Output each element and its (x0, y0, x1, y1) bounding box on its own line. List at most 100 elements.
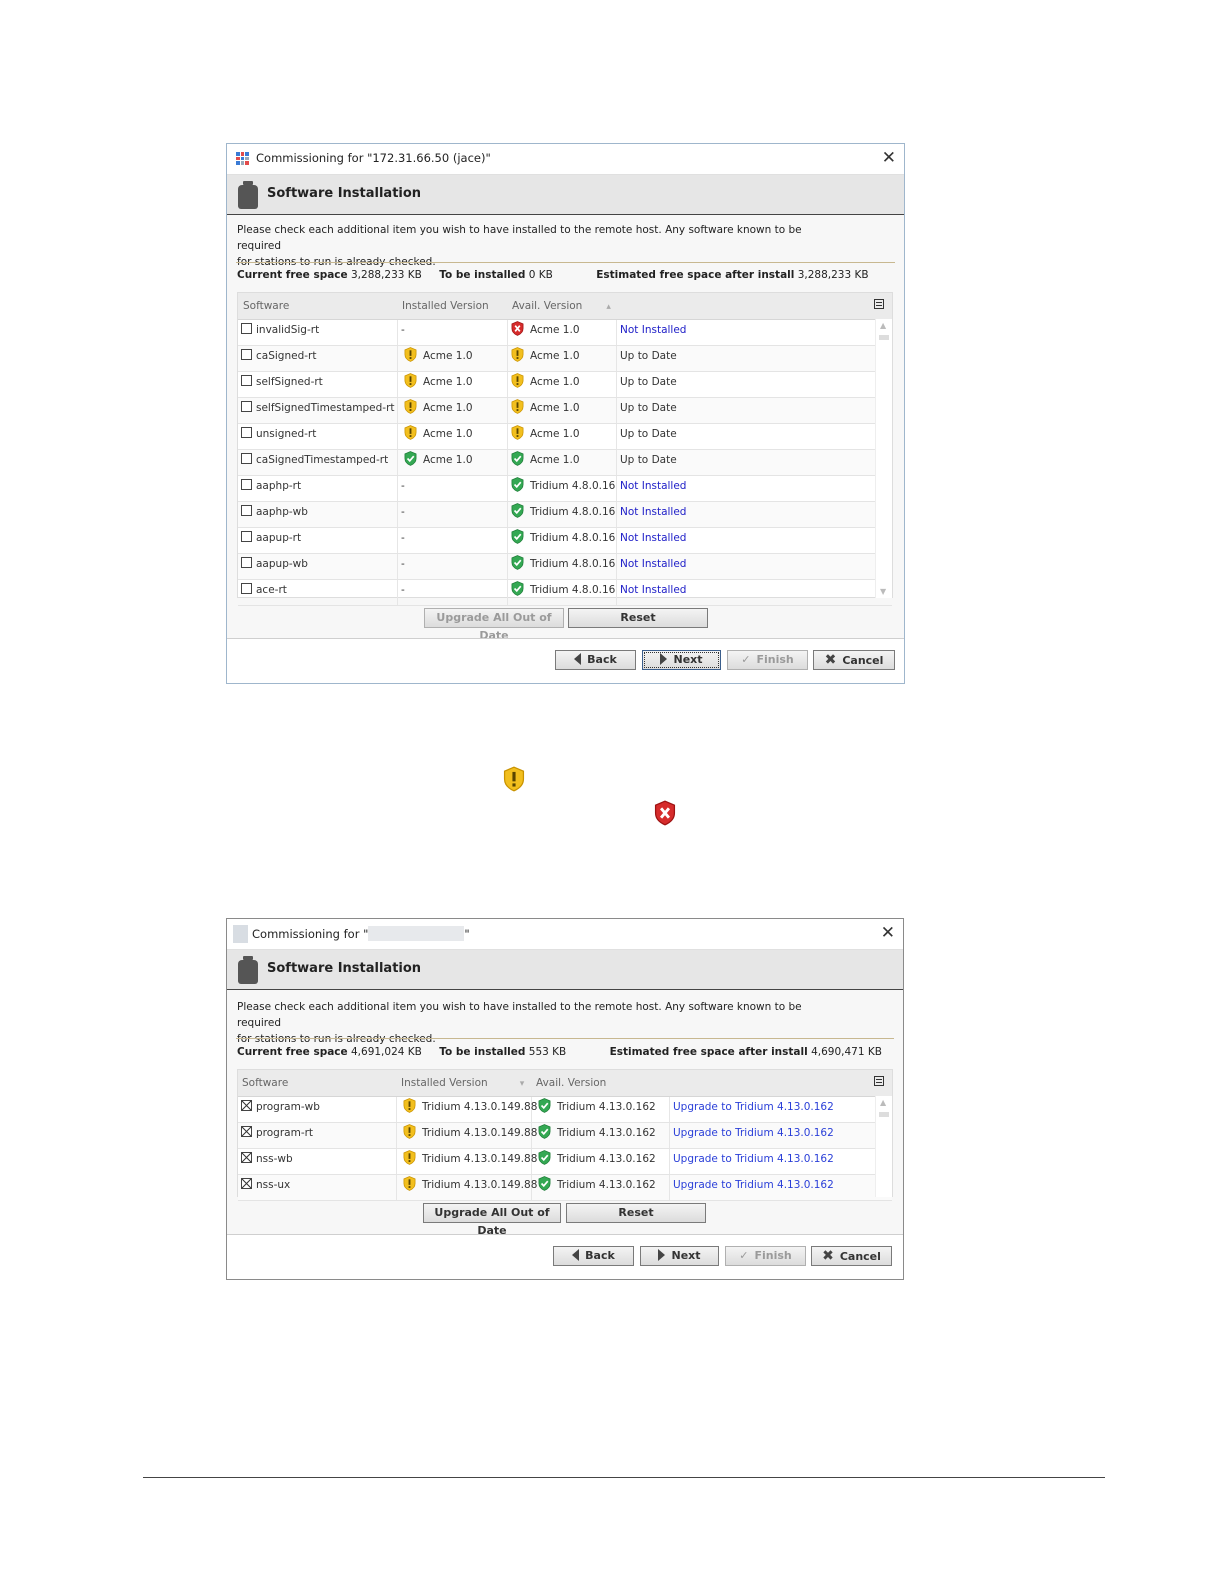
next-button[interactable]: Next (640, 1246, 719, 1266)
table-row[interactable]: selfSignedTimestamped-rt Acme 1.0 Acme 1.0… (238, 398, 892, 424)
avail-version: Acme 1.0 (530, 350, 580, 362)
table-row[interactable]: caSignedTimestamped-rt Acme 1.0 Acme 1.0 Up… (238, 450, 892, 476)
avail-version-cell: Acme 1.0 (508, 320, 617, 345)
install-checkbox[interactable] (241, 349, 252, 360)
table-row[interactable]: aapup-rt - Tridium 4.8.0.16 Not Installed (238, 528, 892, 554)
install-checkbox[interactable] (241, 1178, 252, 1189)
upgrade-status-link[interactable]: Upgrade to Tridium 4.13.0.162 (673, 1153, 834, 1165)
close-icon[interactable]: ✕ (881, 923, 895, 943)
cancel-x-icon: ✖ (822, 1248, 834, 1264)
status-cell: Upgrade to Tridium 4.13.0.162 (670, 1097, 876, 1122)
finish-button[interactable]: ✓ Finish (725, 1246, 806, 1266)
reset-button[interactable]: Reset (568, 608, 708, 628)
install-checkbox[interactable] (241, 1152, 252, 1163)
finish-button[interactable]: ✓ Finish (727, 650, 808, 670)
avail-version-cell: Tridium 4.8.0.16 (508, 580, 617, 605)
column-header-avail-version[interactable]: Avail. Version (536, 1077, 606, 1089)
table-row[interactable]: aapup-wb - Tridium 4.8.0.16 Not Installed (238, 554, 892, 580)
avail-version-cell: Acme 1.0 (508, 346, 617, 371)
table-header: Software Installed Version Avail. Versio… (238, 293, 892, 320)
upgrade-status-link[interactable]: Upgrade to Tridium 4.13.0.162 (673, 1127, 834, 1139)
status-cell: Not Installed (617, 320, 877, 345)
next-button[interactable]: Next (642, 650, 721, 670)
software-jar-icon (238, 956, 258, 984)
install-checkbox[interactable] (241, 1100, 252, 1111)
table-body: program-wb Tridium 4.13.0.149.88 Tridium 4… (238, 1097, 892, 1201)
to-be-installed-label: To be installed (439, 269, 526, 281)
install-checkbox[interactable] (241, 375, 252, 386)
status-cell: Not Installed (617, 476, 877, 501)
software-name: program-rt (256, 1127, 314, 1139)
software-cell: aapup-wb (238, 554, 398, 579)
install-checkbox[interactable] (241, 427, 252, 438)
install-status: Up to Date (620, 350, 677, 362)
upgrade-status-link[interactable]: Upgrade to Tridium 4.13.0.162 (673, 1179, 834, 1191)
install-checkbox[interactable] (241, 583, 252, 594)
install-checkbox[interactable] (241, 531, 252, 542)
install-checkbox[interactable] (241, 453, 252, 464)
green-check-shield-icon (511, 451, 524, 466)
table-row[interactable]: ace-rt - Tridium 4.8.0.16 Not Installed (238, 580, 892, 606)
column-header-avail-version[interactable]: Avail. Version (512, 300, 611, 312)
install-status: Up to Date (620, 402, 677, 414)
table-row[interactable]: caSigned-rt Acme 1.0 Acme 1.0 Up to Date (238, 346, 892, 372)
install-checkbox[interactable] (241, 1126, 252, 1137)
table-row[interactable]: program-rt Tridium 4.13.0.149.88 Tridium 4… (238, 1123, 892, 1149)
table-row[interactable]: selfSigned-rt Acme 1.0 Acme 1.0 Up to Date (238, 372, 892, 398)
upgrade-all-out-of-date-button[interactable]: Upgrade All Out of Date (424, 608, 564, 642)
back-button[interactable]: Back (555, 650, 636, 670)
cancel-button[interactable]: ✖ Cancel (813, 650, 895, 670)
install-checkbox[interactable] (241, 401, 252, 412)
back-button[interactable]: Back (553, 1246, 634, 1266)
install-status[interactable]: Not Installed (620, 324, 686, 336)
column-header-installed-version[interactable]: Installed Version (401, 1077, 524, 1089)
table-row[interactable]: program-wb Tridium 4.13.0.149.88 Tridium 4… (238, 1097, 892, 1123)
vertical-scrollbar[interactable]: ▲ ▼ (875, 319, 892, 598)
avail-version: Acme 1.0 (530, 324, 580, 336)
software-name: caSigned-rt (256, 350, 317, 362)
yellow-warning-shield-icon (511, 347, 524, 362)
install-checkbox[interactable] (241, 479, 252, 490)
table-row[interactable]: unsigned-rt Acme 1.0 Acme 1.0 Up to Date (238, 424, 892, 450)
column-header-software[interactable]: Software (243, 300, 289, 312)
table-row[interactable]: aaphp-wb - Tridium 4.8.0.16 Not Installed (238, 502, 892, 528)
table-row[interactable]: nss-wb Tridium 4.13.0.149.88 Tridium 4.13.… (238, 1149, 892, 1175)
scroll-thumb[interactable] (879, 1112, 889, 1117)
close-icon[interactable]: ✕ (882, 148, 896, 168)
table-row[interactable]: nss-ux Tridium 4.13.0.149.88 Tridium 4.13.… (238, 1175, 892, 1201)
redacted-host (368, 926, 465, 941)
installed-version-cell: - (398, 580, 508, 605)
scroll-thumb[interactable] (879, 335, 889, 340)
install-checkbox[interactable] (241, 557, 252, 568)
software-table: Software Installed Version Avail. Versio… (237, 292, 893, 606)
table-row[interactable]: aaphp-rt - Tridium 4.8.0.16 Not Installed (238, 476, 892, 502)
reset-button[interactable]: Reset (566, 1203, 706, 1223)
yellow-warning-shield-icon (403, 1176, 416, 1191)
column-header-installed-version[interactable]: Installed Version (402, 300, 489, 312)
scroll-up-icon[interactable]: ▲ (880, 321, 886, 330)
scroll-down-icon[interactable]: ▼ (880, 587, 886, 596)
software-name: aapup-rt (256, 532, 302, 544)
installed-version-cell: Acme 1.0 (398, 346, 508, 371)
column-header-software[interactable]: Software (242, 1077, 288, 1089)
cancel-button[interactable]: ✖ Cancel (811, 1246, 892, 1266)
upgrade-all-out-of-date-button[interactable]: Upgrade All Out of Date (423, 1203, 561, 1237)
install-status[interactable]: Not Installed (620, 558, 686, 570)
install-status: Up to Date (620, 428, 677, 440)
scroll-up-icon[interactable]: ▲ (880, 1098, 886, 1107)
column-chooser-icon[interactable] (874, 299, 884, 309)
install-status[interactable]: Not Installed (620, 506, 686, 518)
column-chooser-icon[interactable] (874, 1076, 884, 1086)
install-status[interactable]: Not Installed (620, 584, 686, 596)
install-checkbox[interactable] (241, 323, 252, 334)
yellow-warning-shield-icon (503, 766, 525, 792)
vertical-scrollbar[interactable]: ▲ (875, 1096, 892, 1197)
check-icon: ✓ (739, 1249, 749, 1262)
upgrade-status-link[interactable]: Upgrade to Tridium 4.13.0.162 (673, 1101, 834, 1113)
install-checkbox[interactable] (241, 505, 252, 516)
green-check-shield-icon (511, 529, 524, 544)
table-row[interactable]: invalidSig-rt - Acme 1.0 Not Installed (238, 320, 892, 346)
avail-version-cell: Tridium 4.8.0.16 (508, 476, 617, 501)
install-status[interactable]: Not Installed (620, 532, 686, 544)
install-status[interactable]: Not Installed (620, 480, 686, 492)
